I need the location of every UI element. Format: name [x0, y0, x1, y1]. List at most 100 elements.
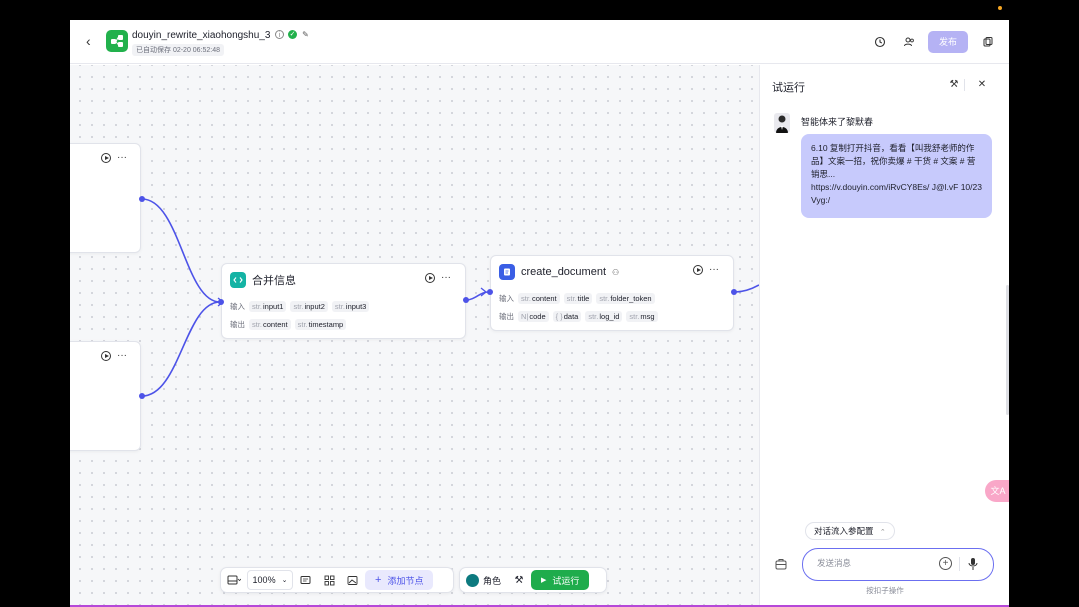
workflow-logo-icon — [106, 30, 128, 52]
edge-bottom-to-merge — [141, 301, 221, 397]
close-icon[interactable]: ✕ — [976, 79, 988, 91]
users-icon — [904, 37, 914, 47]
inputs-row: 输入 str.content str.title str.folder_toke… — [499, 293, 655, 304]
briefcase-icon[interactable] — [774, 557, 788, 571]
outputs-row: 输出 N|code { }data str.log_id str.msg — [499, 311, 658, 322]
input-port[interactable] — [218, 299, 224, 305]
inputs-row: 输入 str.input1 str.input2 str.input3 — [230, 301, 370, 312]
publish-button[interactable]: 发布 — [928, 31, 968, 53]
input-port[interactable] — [487, 289, 493, 295]
run-button[interactable]: ▶ 试运行 — [531, 570, 590, 590]
image-icon — [347, 575, 357, 585]
edit-icon[interactable]: ✎ — [301, 30, 310, 39]
run-toolbar: 角色 ⚒ ▶ 试运行 — [459, 567, 607, 593]
document-icon — [499, 264, 515, 280]
workflow-title[interactable]: douyin_rewrite_xiaohongshu_3 — [132, 30, 270, 41]
check-icon: ✓ — [288, 30, 297, 39]
autosave-status: 已自动保存 02-20 06:52:48 — [132, 44, 225, 56]
more-icon[interactable]: ··· — [709, 264, 719, 275]
more-icon[interactable]: ··· — [117, 350, 127, 361]
info-icon[interactable]: i — [275, 30, 284, 39]
param-tag: str.timestamp — [294, 319, 347, 330]
zoom-value: 100% — [252, 575, 276, 585]
role-label: 角色 — [483, 575, 502, 586]
comment-button[interactable] — [293, 570, 317, 590]
output-port[interactable] — [139, 196, 145, 202]
edge-doc-out — [734, 284, 759, 293]
node-title: 合并信息 — [252, 275, 296, 287]
bot-avatar — [774, 113, 790, 133]
image-button[interactable] — [341, 570, 363, 590]
run-node-icon[interactable] — [425, 272, 435, 283]
history-icon — [874, 36, 886, 48]
history-button[interactable] — [870, 32, 890, 52]
more-icon[interactable]: ··· — [117, 152, 127, 163]
play-icon: ▶ — [541, 577, 547, 584]
config-label: 对话流入参配置 — [814, 526, 874, 536]
auto-layout-button[interactable] — [317, 570, 341, 590]
param-tag: str.title — [563, 293, 593, 304]
param-tag: str.msg — [626, 311, 658, 322]
param-tag: str.content — [518, 293, 560, 304]
param-tag: { }data — [552, 311, 582, 322]
run-node-icon[interactable] — [101, 350, 111, 361]
output-label: 输出 — [230, 320, 245, 329]
message-input[interactable] — [817, 558, 927, 568]
collaborators-button[interactable] — [899, 32, 919, 52]
wrench-icon: ⚒ — [514, 574, 524, 586]
left-top-node[interactable]: ··· — [70, 143, 141, 253]
output-port[interactable] — [731, 289, 737, 295]
input-hint: 按扣子操作 — [866, 586, 904, 595]
param-tag: str.folder_token — [596, 293, 655, 304]
scrollbar[interactable] — [1006, 285, 1009, 415]
output-port[interactable] — [139, 393, 145, 399]
left-bottom-node[interactable]: ··· — [70, 341, 141, 451]
chevron-down-icon: ⌄ — [281, 577, 288, 584]
input-label: 输入 — [499, 294, 514, 303]
node-title: create_document — [521, 266, 606, 278]
merge-info-node[interactable]: 合并信息 ··· 输入 str.input1 str.input2 str.in… — [221, 263, 466, 339]
more-icon[interactable]: ··· — [441, 272, 451, 283]
outputs-row: 输出 str.content str.timestamp — [230, 319, 347, 330]
add-node-button[interactable]: + 添加节点 — [365, 570, 434, 590]
test-run-panel: 试运行 ⚒ ✕ 智能体来了黎默春 6.10 复制打开抖音，看看【叫我舒老师的作品… — [759, 65, 1009, 605]
translate-icon[interactable]: 文A — [985, 480, 1009, 502]
plugin-icon: ⚇ — [612, 267, 620, 277]
copy-icon — [983, 37, 993, 47]
divider — [964, 79, 965, 91]
debug-settings-button[interactable]: ⚒ — [507, 570, 531, 590]
back-icon[interactable]: ‹ — [86, 33, 102, 49]
add-attachment-icon[interactable]: + — [939, 557, 952, 570]
top-bar: ‹ douyin_rewrite_xiaohongshu_3 i ✓ ✎ 已自动… — [70, 20, 1009, 64]
workflow-canvas[interactable]: ··· ··· 合并信息 ··· 输入 str.input1 str.input… — [70, 65, 759, 605]
panel-title: 试运行 — [772, 82, 805, 94]
divider — [959, 557, 960, 571]
run-node-icon[interactable] — [693, 264, 703, 275]
edge-top-to-merge — [141, 198, 221, 303]
role-button[interactable]: 角色 — [460, 570, 507, 590]
param-tag: str.input1 — [249, 301, 287, 312]
bot-name: 智能体来了黎默春 — [801, 117, 874, 127]
code-icon — [230, 272, 246, 288]
output-port[interactable] — [463, 297, 469, 303]
app-window: ‹ douyin_rewrite_xiaohongshu_3 i ✓ ✎ 已自动… — [70, 20, 1009, 605]
output-label: 输出 — [499, 312, 514, 321]
more-options-button[interactable] — [978, 32, 998, 52]
chevron-up-icon: ⌃ — [879, 529, 886, 536]
broom-icon[interactable]: ⚒ — [948, 79, 960, 91]
param-tag: N|code — [518, 311, 549, 322]
create-document-node[interactable]: create_document ⚇ ··· 输入 str.content str… — [490, 255, 734, 331]
minimap-toggle[interactable] — [221, 570, 247, 590]
status-dot — [998, 6, 1002, 10]
microphone-icon[interactable] — [967, 557, 979, 571]
user-message-bubble: 6.10 复制打开抖音，看看【叫我舒老师的作品】文案一招，祝你卖爆 # 干货 #… — [801, 134, 992, 218]
param-tag: str.content — [249, 319, 291, 330]
run-label: 试运行 — [552, 575, 580, 586]
run-node-icon[interactable] — [101, 152, 111, 163]
param-tag: str.log_id — [585, 311, 623, 322]
message-input-box: + — [802, 548, 994, 581]
zoom-select[interactable]: 100% ⌄ — [247, 570, 293, 590]
input-label: 输入 — [230, 302, 245, 311]
input-config-button[interactable]: 对话流入参配置 ⌃ — [805, 522, 895, 540]
param-tag: str.input3 — [331, 301, 370, 312]
